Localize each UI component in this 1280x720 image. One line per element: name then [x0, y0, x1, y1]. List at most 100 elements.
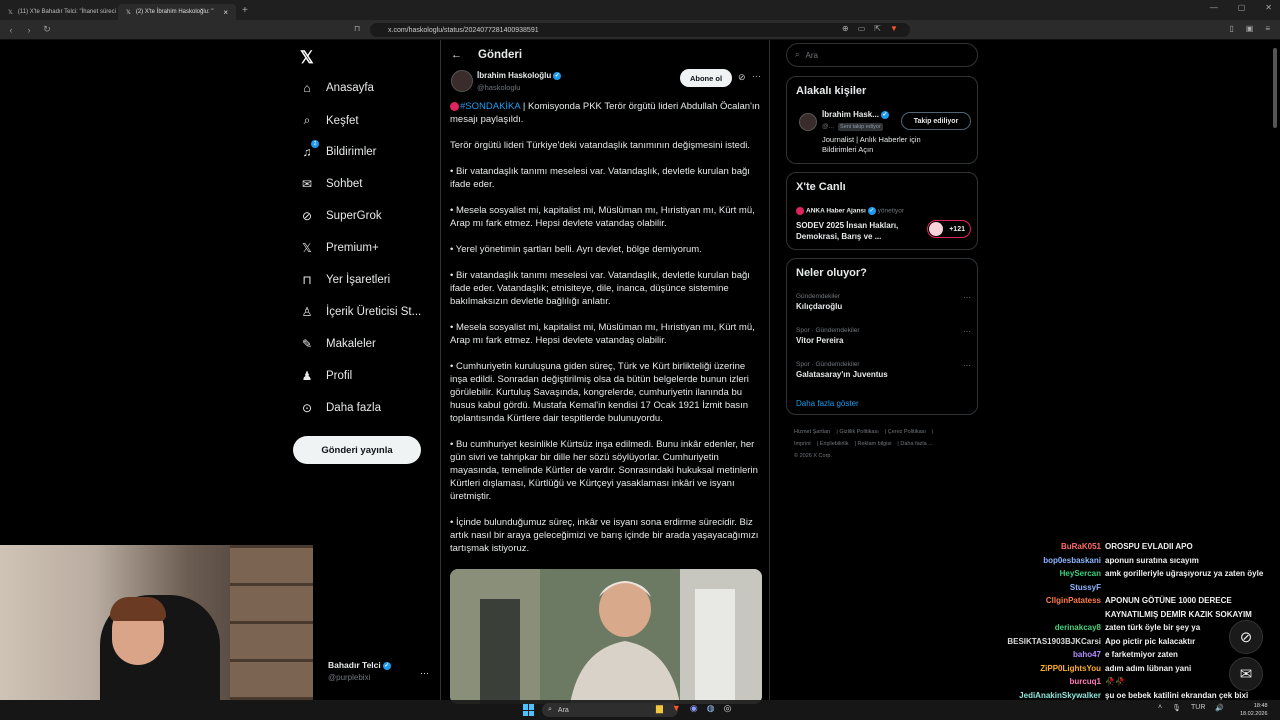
brave-icon[interactable]: ▼	[672, 703, 681, 714]
footer-link[interactable]: Erişilebilirlik	[820, 441, 849, 447]
person-icon: ♟	[301, 369, 313, 383]
taskbar-clock[interactable]: 18:48 18.02.2026	[1240, 702, 1268, 718]
account-handle: @purplebixi	[328, 673, 371, 682]
nav-item-supergrok[interactable]: ⊘ SuperGrok	[300, 209, 382, 223]
trend-more-icon[interactable]: ⋯	[963, 361, 971, 370]
scrollbar-thumb[interactable]	[1273, 48, 1277, 128]
windows-start-icon[interactable]	[523, 704, 535, 716]
menu-icon[interactable]: ≡	[1265, 24, 1270, 33]
nav-item-profile[interactable]: ♟ Profil	[300, 369, 353, 383]
bookmark-page-icon[interactable]: ⊓	[354, 24, 360, 33]
avatar[interactable]	[451, 70, 473, 92]
brave-shield-icon[interactable]: ▼	[890, 24, 898, 33]
trend-category: Spor · Gündemdekiler	[796, 361, 860, 368]
trend-more-icon[interactable]: ⋯	[963, 327, 971, 336]
nav-item-bookmarks[interactable]: ⊓ Yer İşaretleri	[300, 273, 390, 287]
nav-item-premium[interactable]: 𝕏 Premium+	[300, 241, 379, 255]
forward-icon[interactable]: ›	[22, 25, 36, 35]
related-name[interactable]: İbrahim Hask...	[822, 110, 879, 119]
post-paragraph: • İçinde bulunduğumuz süreç, inkâr ve is…	[450, 517, 759, 554]
chat-user: burcuq1	[1069, 677, 1101, 686]
following-button[interactable]: Takip ediliyor	[901, 112, 971, 130]
left-navigation: 𝕏 ⌂ Anasayfa ⌕ Keşfet ♫ 2 Bildirimler ✉ Sohbe…	[292, 40, 442, 700]
footer-link[interactable]: Gizlilik Politikası	[839, 429, 878, 435]
footer-link[interactable]: Imprint	[794, 441, 811, 447]
account-more-icon[interactable]: ⋯	[420, 668, 429, 679]
nav-item-creator-studio[interactable]: ♙ İçerik Üreticisi St...	[300, 305, 422, 319]
x-logo-icon[interactable]: 𝕏	[300, 48, 314, 68]
tray-chevron-icon[interactable]: ˄	[1158, 704, 1162, 712]
reload-icon[interactable]: ↻	[40, 24, 54, 35]
browser-tab[interactable]: 𝕏 (11) X'te Bahadır Telci: "İhanet sürec…	[0, 4, 118, 20]
language-indicator[interactable]: TUR	[1191, 704, 1205, 712]
nav-label: SuperGrok	[326, 210, 382, 222]
avatar[interactable]	[799, 113, 817, 131]
nav-label: Premium+	[326, 242, 379, 254]
subscribe-button[interactable]: Abone ol	[680, 69, 732, 87]
nav-item-notifications[interactable]: ♫ 2 Bildirimler	[300, 140, 377, 159]
search-input[interactable]: ⌕ Ara	[786, 43, 978, 67]
post-photo-illustration	[450, 569, 762, 704]
post-image[interactable]	[450, 569, 762, 704]
webcam-overlay	[0, 545, 313, 700]
author-handle[interactable]: @haskologlu	[477, 83, 520, 92]
nav-label: Bildirimler	[326, 146, 377, 158]
nav-item-messages[interactable]: ✉ Sohbet	[300, 177, 362, 191]
chat-line: CllginPatatess APONUN GÖTÜNE 1000 DERECE …	[1000, 594, 1280, 621]
trend-item[interactable]: Spor · Gündemdekiler Vitor Pereira ⋯	[796, 327, 971, 345]
cast-icon[interactable]: ▭	[858, 24, 866, 33]
share-icon[interactable]: ⇱	[874, 24, 881, 33]
author-name[interactable]: İbrahim Haskoloğlu	[477, 71, 551, 80]
wallet-icon[interactable]: ▣	[1246, 24, 1254, 33]
back-arrow-icon[interactable]: ←	[451, 49, 462, 61]
trend-category: Spor · Gündemdekiler	[796, 327, 860, 334]
post-more-icon[interactable]: ⋯	[752, 71, 761, 82]
sidebar-toggle-icon[interactable]: ▯	[1229, 24, 1233, 33]
minimize-button[interactable]: —	[1210, 3, 1218, 12]
zoom-icon[interactable]: ⊕	[842, 24, 849, 33]
microphone-icon[interactable]: 🎙	[1172, 704, 1181, 712]
volume-icon[interactable]: 🔊	[1215, 704, 1224, 712]
discord-icon[interactable]: ◉	[690, 703, 698, 714]
nav-label: Profil	[326, 370, 353, 382]
grok-floating-button[interactable]: ⊘	[1229, 620, 1263, 654]
grok-icon[interactable]: ⊘	[738, 72, 746, 83]
trend-item[interactable]: Spor · Gündemdekiler Galatasaray'ın Juve…	[796, 361, 971, 379]
account-switcher[interactable]: Bahadır Telci ✓ @purplebixi	[328, 660, 391, 682]
footer-link[interactable]: Çerez Politikası	[888, 429, 926, 435]
live-card[interactable]: X'te Canlı ANKA Haber Ajansı ✓ yönetiyor …	[786, 172, 978, 250]
steam-icon[interactable]: ◍	[707, 703, 715, 714]
follows-you-badge: Seni takip ediyor	[838, 123, 883, 131]
post-button[interactable]: Gönderi yayınla	[293, 436, 421, 464]
trend-item[interactable]: Gündemdekiler Kılıçdaroğlu ⋯	[796, 293, 971, 311]
browser-tab-active[interactable]: 𝕏 (2) X'te İbrahim Haskoloğlu: " ×	[118, 4, 236, 20]
related-people-card: Alakalı kişiler İbrahim Hask... ✓ @... Sen…	[786, 76, 978, 164]
footer-link[interactable]: Hizmet Şartları	[794, 429, 830, 435]
address-bar-row: ‹ › ↻ ⊓ x.com/haskologlu/status/20240772…	[0, 20, 1280, 40]
more-icon: ⊙	[301, 401, 313, 415]
mail-icon: ✉	[1239, 666, 1253, 683]
nav-item-articles[interactable]: ✎ Makaleler	[300, 337, 376, 351]
nav-item-home[interactable]: ⌂ Anasayfa	[300, 81, 374, 95]
nav-item-more[interactable]: ⊙ Daha fazla	[300, 401, 381, 415]
show-more-link[interactable]: Daha fazla göster	[796, 399, 859, 408]
bookmark-icon: ⊓	[302, 273, 312, 287]
folder-icon[interactable]: ▆	[656, 703, 663, 714]
live-listeners-pill[interactable]: +121	[927, 220, 971, 238]
obs-icon[interactable]: ◎	[724, 703, 732, 714]
window-controls: — ▢ ✕	[1210, 3, 1272, 12]
maximize-button[interactable]: ▢	[1238, 3, 1246, 12]
footer-link[interactable]: Reklam bilgisi	[857, 441, 891, 447]
footer-link[interactable]: Daha fazla ...	[900, 441, 932, 447]
close-tab-icon[interactable]: ×	[223, 8, 228, 17]
copyright: © 2026 X Corp.	[794, 453, 832, 459]
back-icon[interactable]: ‹	[4, 25, 18, 35]
trend-more-icon[interactable]: ⋯	[963, 293, 971, 302]
new-tab-button[interactable]: +	[242, 5, 248, 16]
verified-icon: ✓	[553, 71, 562, 80]
hashtag-link[interactable]: #SONDAKİKA	[460, 101, 520, 112]
close-window-button[interactable]: ✕	[1265, 3, 1272, 12]
messages-floating-button[interactable]: ✉	[1229, 657, 1263, 691]
url-field[interactable]: x.com/haskologlu/status/2024077281400938…	[370, 23, 910, 37]
nav-item-explore[interactable]: ⌕ Keşfet	[300, 113, 359, 128]
